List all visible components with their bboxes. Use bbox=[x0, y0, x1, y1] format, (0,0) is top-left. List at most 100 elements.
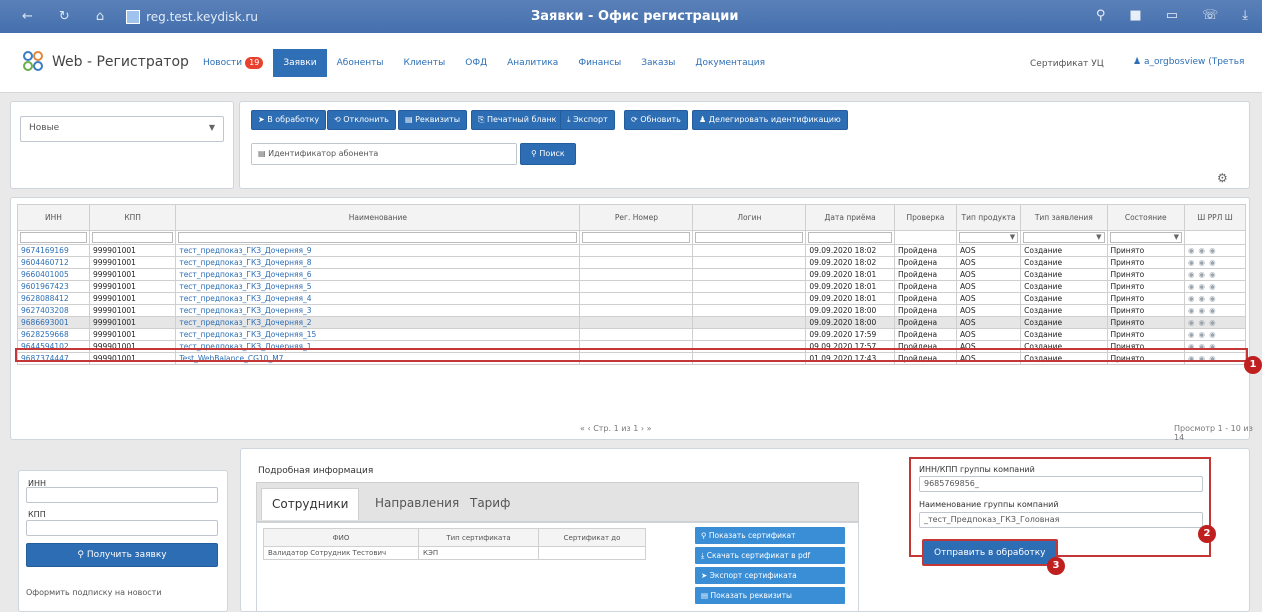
filter-input[interactable] bbox=[808, 232, 892, 243]
col-date[interactable]: Дата приёма bbox=[805, 204, 895, 231]
table-cell bbox=[579, 292, 694, 305]
status-select[interactable]: Новые ▼ bbox=[20, 116, 224, 142]
table-cell: тест_предпоказ_ГКЗ_Дочерняя_3 bbox=[175, 304, 581, 317]
show-certificate-button[interactable]: ⚲ Показать сертификат bbox=[695, 527, 845, 544]
table-cell: AOS bbox=[955, 268, 1022, 281]
bookmark-icon[interactable]: ■ bbox=[1129, 8, 1141, 23]
search-button[interactable]: ⚲ Поиск bbox=[520, 143, 576, 165]
col-name[interactable]: Наименование bbox=[175, 204, 581, 231]
menu-item-orders[interactable]: Заказы bbox=[631, 49, 685, 77]
menu-item-subscribers[interactable]: Абоненты bbox=[327, 49, 394, 77]
table-cell: 9601967423 bbox=[17, 280, 90, 293]
reload-icon[interactable]: ↻ bbox=[59, 9, 70, 24]
table-cell: Пройдена bbox=[893, 268, 957, 281]
kpp-input[interactable] bbox=[26, 520, 218, 536]
col-kpp[interactable]: КПП bbox=[88, 204, 177, 231]
table-cell: Пройдена bbox=[893, 244, 957, 257]
menu-item-analytics[interactable]: Аналитика bbox=[497, 49, 568, 77]
table-cell: 9674169169 bbox=[17, 244, 90, 257]
get-request-button[interactable]: ⚲ Получить заявку bbox=[26, 543, 218, 567]
step-marker-1: 1 bbox=[1244, 356, 1262, 374]
table-cell bbox=[692, 280, 807, 293]
show-requisites-button[interactable]: ▤ Показать реквизиты bbox=[695, 587, 845, 604]
table-cell: Пройдена bbox=[893, 304, 957, 317]
cert-link[interactable]: Сертификат УЦ bbox=[1030, 59, 1104, 69]
menu-item-news[interactable]: Новости 19 bbox=[193, 49, 273, 77]
menu-item-clients[interactable]: Клиенты bbox=[393, 49, 455, 77]
download-icon[interactable]: ⤓ bbox=[1242, 8, 1248, 23]
row-action-icons[interactable]: ◉◉◉ bbox=[1184, 280, 1246, 293]
menu-item-finance[interactable]: Финансы bbox=[568, 49, 631, 77]
export-certificate-button[interactable]: ➤ Экспорт сертификата bbox=[695, 567, 845, 584]
table-cell: Создание bbox=[1020, 256, 1108, 269]
row-action-icons[interactable]: ◉◉◉ bbox=[1184, 304, 1246, 317]
refresh-button[interactable]: ⟳ Обновить bbox=[624, 110, 688, 130]
row-action-icons[interactable]: ◉◉◉ bbox=[1184, 316, 1246, 329]
table-row[interactable]: 9627403208 999901001 тест_предпоказ_ГКЗ_До… bbox=[17, 304, 1246, 317]
table-row[interactable]: 9674169169 999901001 тест_предпоказ_ГКЗ_До… bbox=[17, 244, 1246, 257]
table-cell: Принято bbox=[1106, 304, 1186, 317]
address-bar[interactable]: reg.test.keydisk.ru bbox=[126, 9, 258, 24]
group-name-input[interactable]: _тест_Предпоказ_ГКЗ_Головная bbox=[919, 512, 1203, 528]
export-button[interactable]: ⤓ Экспорт bbox=[560, 110, 615, 130]
col-inn[interactable]: ИНН bbox=[17, 204, 90, 231]
row-action-icons[interactable]: ◉◉◉ bbox=[1184, 328, 1246, 341]
delegate-identification-button[interactable]: ♟ Делегировать идентификацию bbox=[692, 110, 848, 130]
tab-directions[interactable]: Направления bbox=[365, 488, 469, 520]
filter-select[interactable]: ▼ bbox=[1109, 232, 1183, 243]
menu-item-ofd[interactable]: ОФД bbox=[455, 49, 497, 77]
table-row[interactable]: 9604460712 999901001 тест_предпоказ_ГКЗ_До… bbox=[17, 256, 1246, 269]
table-cell: Создание bbox=[1020, 304, 1108, 317]
group-inn-kpp-input[interactable]: 9685769856_ bbox=[919, 476, 1203, 492]
details-tabs: Сотрудники Направления Тариф bbox=[256, 482, 859, 522]
inn-input[interactable] bbox=[26, 487, 218, 503]
row-action-icons[interactable]: ◉◉◉ bbox=[1184, 244, 1246, 257]
filter-input[interactable] bbox=[20, 232, 87, 243]
filter-input[interactable] bbox=[91, 232, 174, 243]
col-request-type[interactable]: Тип заявления bbox=[1020, 204, 1108, 231]
col-check[interactable]: Проверка bbox=[893, 204, 957, 231]
row-action-icons[interactable]: ◉◉◉ bbox=[1184, 256, 1246, 269]
download-certificate-pdf-button[interactable]: ⤓ Скачать сертификат в pdf bbox=[695, 547, 845, 564]
col-state[interactable]: Состояние bbox=[1106, 204, 1186, 231]
menu-item-requests[interactable]: Заявки bbox=[273, 49, 327, 77]
send-to-processing-button[interactable]: Отправить в обработку bbox=[922, 539, 1058, 566]
table-cell: 999901001 bbox=[88, 292, 177, 305]
filter-select[interactable]: ▼ bbox=[1023, 232, 1105, 243]
key-icon[interactable]: ⚲ bbox=[1096, 8, 1106, 23]
table-cell: Принято bbox=[1106, 268, 1186, 281]
table-row[interactable]: Валидатор Сотрудник Тестович КЭП bbox=[263, 546, 646, 560]
menu-item-docs[interactable]: Документация bbox=[685, 49, 775, 77]
row-action-icons[interactable]: ◉◉◉ bbox=[1184, 268, 1246, 281]
back-icon[interactable]: ← bbox=[22, 9, 33, 24]
tabs-icon[interactable]: ▭ bbox=[1166, 8, 1178, 23]
pager[interactable]: « ‹ Стр. 1 из 1 › » bbox=[580, 424, 652, 433]
table-row[interactable]: 9660401005 999901001 тест_предпоказ_ГКЗ_До… bbox=[17, 268, 1246, 281]
col-product-type[interactable]: Тип продукта bbox=[955, 204, 1022, 231]
table-cell: 9628259668 bbox=[17, 328, 90, 341]
home-icon[interactable]: ⌂ bbox=[96, 9, 104, 24]
user-menu[interactable]: ♟ a_orgbosview (Третья bbox=[1133, 57, 1244, 67]
gear-icon[interactable]: ⚙ bbox=[1217, 171, 1228, 185]
subscriber-id-input[interactable]: ▤ Идентификатор абонента bbox=[251, 143, 517, 165]
row-action-icons[interactable]: ◉◉◉ bbox=[1184, 292, 1246, 305]
tab-tariff[interactable]: Тариф bbox=[460, 488, 520, 520]
col-login[interactable]: Логин bbox=[692, 204, 807, 231]
to-processing-button[interactable]: ➤ В обработку bbox=[251, 110, 327, 130]
table-row[interactable]: 9628088412 999901001 тест_предпоказ_ГКЗ_До… bbox=[17, 292, 1246, 305]
table-cell bbox=[579, 316, 694, 329]
requisites-button[interactable]: ▤ Реквизиты bbox=[398, 110, 468, 130]
id-card-icon: ▤ bbox=[258, 149, 266, 158]
print-form-button[interactable]: ⎘ Печатный бланк bbox=[471, 110, 564, 130]
table-row[interactable]: 9686693001 999901001 тест_предпоказ_ГКЗ_До… bbox=[17, 316, 1246, 329]
table-row[interactable]: 9628259668 999901001 тест_предпоказ_ГКЗ_До… bbox=[17, 328, 1246, 341]
reject-button[interactable]: ⟲ Отклонить bbox=[327, 110, 396, 130]
col-reg-number[interactable]: Рег. Номер bbox=[579, 204, 694, 231]
tab-employees[interactable]: Сотрудники bbox=[261, 488, 360, 520]
filter-input[interactable] bbox=[178, 232, 578, 243]
filter-input[interactable] bbox=[582, 232, 691, 243]
table-row[interactable]: 9601967423 999901001 тест_предпоказ_ГКЗ_До… bbox=[17, 280, 1246, 293]
filter-input[interactable] bbox=[695, 232, 804, 243]
share-icon[interactable]: ☏ bbox=[1202, 8, 1218, 23]
filter-select[interactable]: ▼ bbox=[958, 232, 1019, 243]
